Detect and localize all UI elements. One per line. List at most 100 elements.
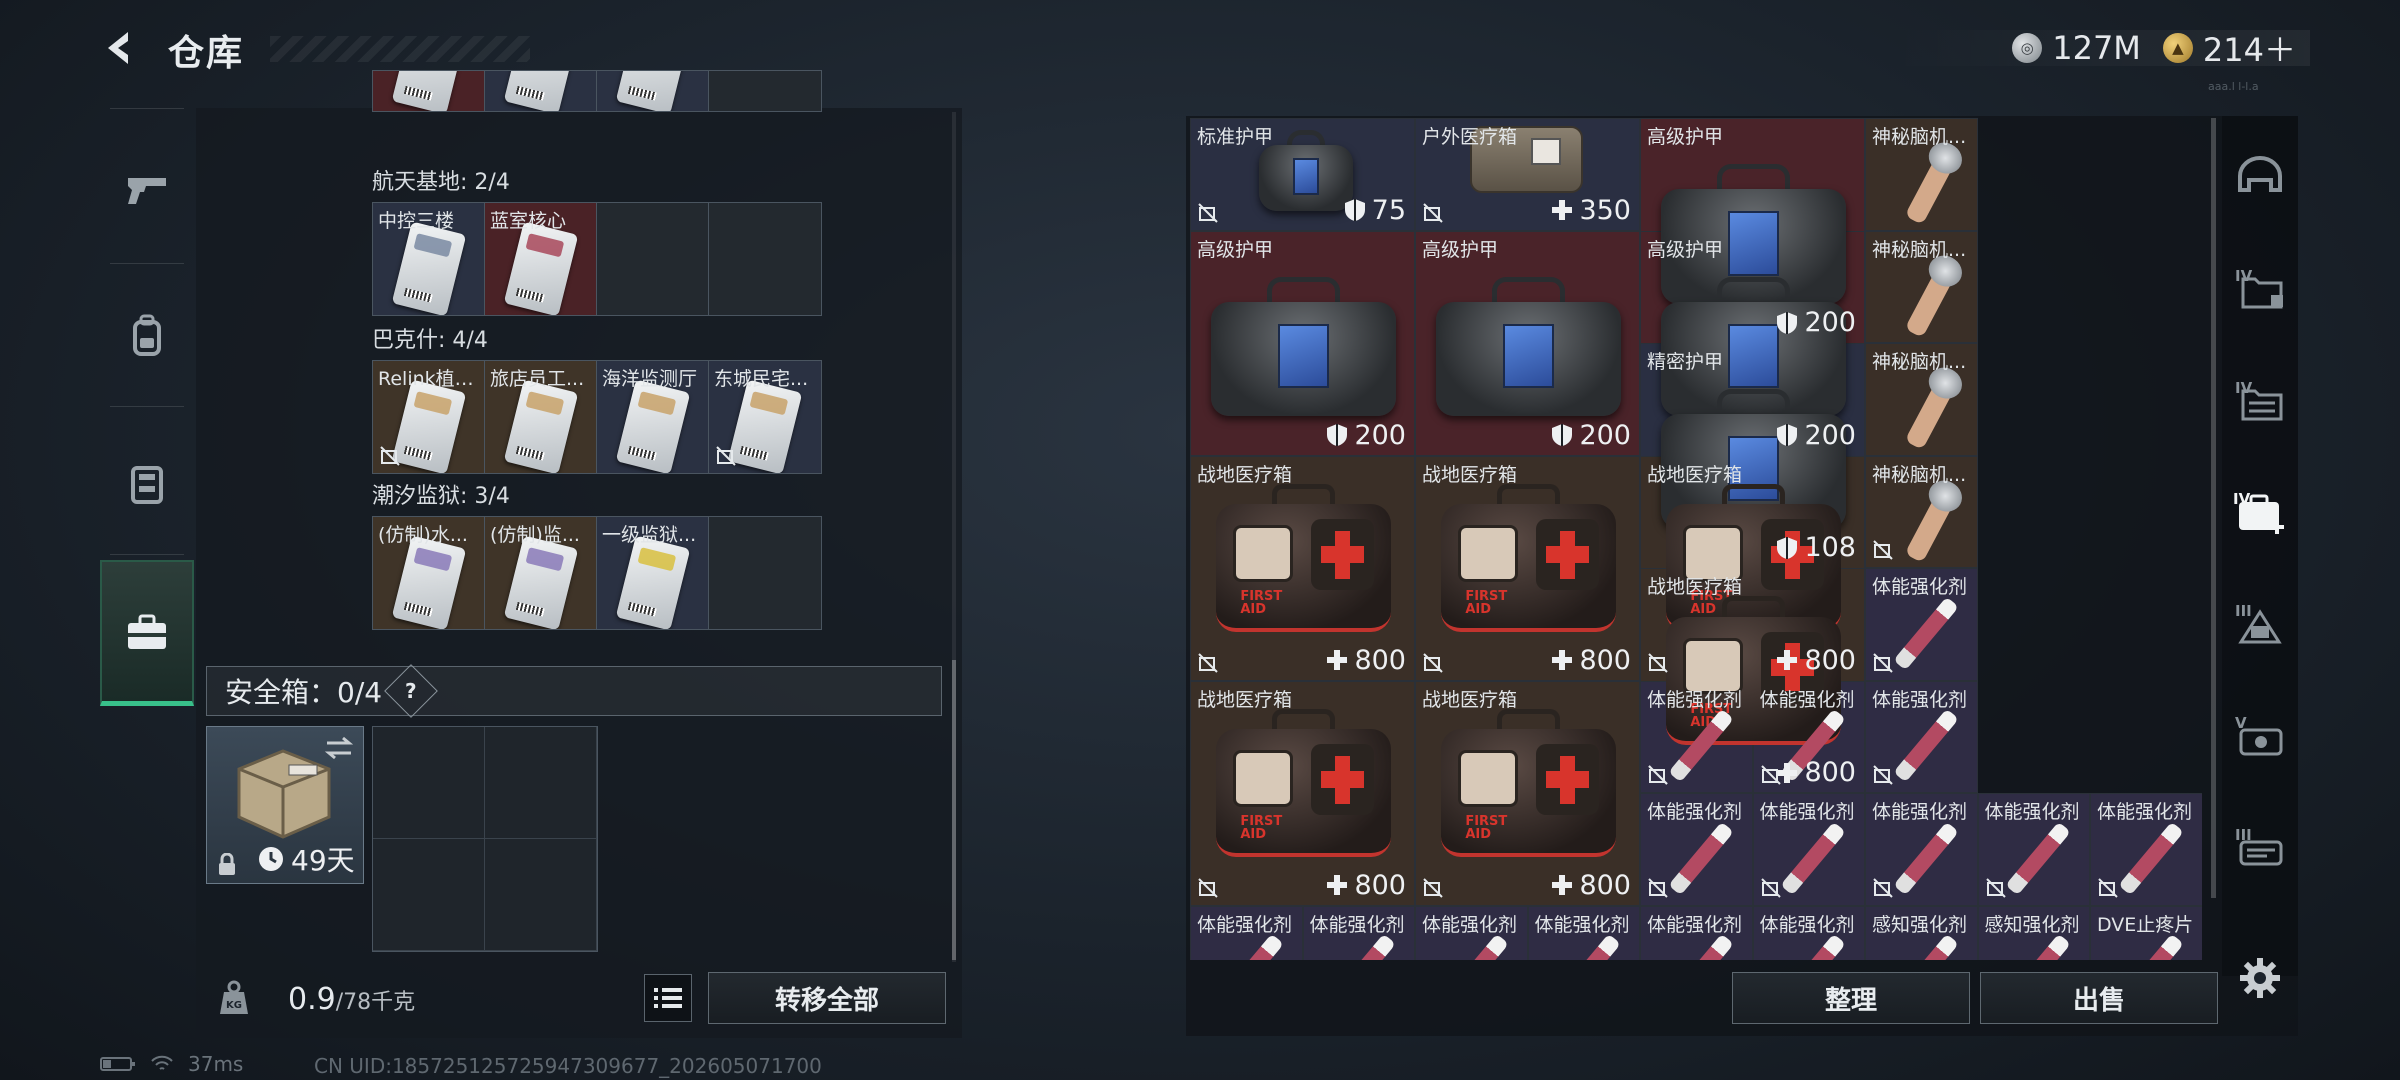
medkit-icon: FIRST AID [1215,483,1392,632]
safe-slot[interactable] [373,839,485,951]
inventory-item[interactable]: 高级护甲 200 [1415,230,1640,456]
currency-silver[interactable]: ◎ 127M [2012,29,2141,67]
injector-icon [2117,933,2184,960]
key-card-slot[interactable]: (仿制)水... [373,517,485,629]
key-card-name: 东城民宅... [714,368,809,390]
armor-iv-filter-2[interactable]: IV [2222,344,2298,456]
tier-v-filter[interactable]: V [2222,680,2298,792]
heal-plus-icon [1327,650,1348,670]
back-button[interactable] [98,26,142,70]
inventory-item[interactable]: 神秘脑机... [1865,230,1978,343]
inventory-item[interactable]: 户外医疗箱 350 [1415,118,1640,231]
inventory-item[interactable]: 体能强化剂 [1865,680,1978,793]
no-sell-icon [1198,202,1218,223]
currency-gold[interactable]: ▲ 214＋ [2162,25,2296,71]
armor-iv-filter[interactable]: IV [2222,232,2298,344]
tier-iii-filter-2[interactable]: III [2222,792,2298,904]
safe-slot[interactable] [485,727,597,839]
key-card-name: 蓝室核心 [490,210,567,232]
key-card-slot[interactable]: Relink植入... [373,361,485,473]
key-card-slot[interactable]: 蓝室核心 [485,203,597,315]
item-name: DVE止疼片 [2097,913,2194,936]
settings-button[interactable] [2234,952,2286,1004]
inventory-item[interactable]: 感知强化剂 [1865,905,1978,960]
help-button[interactable]: ? [384,664,438,718]
inventory-item[interactable]: 体能强化剂 [1752,905,1865,960]
key-card-slot[interactable] [373,71,485,111]
case-tab[interactable] [100,560,194,706]
left-scroll-thumb[interactable] [952,660,956,960]
swap-icon[interactable] [323,735,355,761]
item-name: 体能强化剂 [1759,801,1855,823]
item-name: 体能强化剂 [2097,801,2193,823]
inventory-item[interactable]: 体能强化剂 [2090,793,2202,906]
inventory-item[interactable]: 神秘脑机... [1865,118,1978,231]
list-view-button[interactable] [644,974,692,1022]
item-name: 标准护甲 [1197,126,1274,148]
key-card-slot[interactable] [597,71,709,111]
armor-shield-icon [1344,199,1365,221]
no-sell-icon [1198,652,1218,673]
empty-slot[interactable] [709,517,821,629]
vest-tab[interactable] [100,414,194,554]
transfer-all-button[interactable]: 转移全部 [708,972,946,1024]
inventory-item[interactable]: 体能强化剂 [1190,905,1303,960]
medkit-iv-filter[interactable]: IV [2222,456,2298,568]
safe-box-grid[interactable] [372,726,598,952]
inventory-item[interactable]: 体能强化剂 [1865,793,1978,906]
armor-vest-icon [1436,276,1621,416]
item-name: 体能强化剂 [1759,688,1855,711]
safe-slot[interactable] [485,839,597,951]
inventory-item[interactable]: FIRST AID 战地医疗箱 800 [1415,455,1640,681]
key-card-slot[interactable]: 中控三楼 [373,203,485,315]
safe-slot[interactable] [373,727,485,839]
sort-button[interactable]: 整理 [1732,972,1970,1024]
injector-icon [1555,933,1622,960]
key-card-slot[interactable]: 东城民宅... [709,361,821,473]
brain-chip-icon [1904,145,1960,225]
inventory-item[interactable]: FIRST AID 战地医疗箱 800 [1415,680,1640,906]
inventory-item[interactable]: 体能强化剂 [1302,905,1415,960]
item-name: 体能强化剂 [1647,688,1743,711]
injector-icon [1892,933,1959,960]
inventory-item[interactable]: FIRST AID 战地医疗箱 800 [1190,680,1415,906]
injector-icon [2117,821,2184,896]
key-card-slot[interactable]: 海洋监测厅 [597,361,709,473]
tier-iii-filter[interactable]: III [2222,568,2298,680]
safe-box-item[interactable]: 49天 [206,726,364,884]
inventory-item[interactable]: 标准护甲 75 [1190,118,1415,231]
empty-slot[interactable] [597,203,709,315]
inventory-item[interactable]: 体能强化剂 [1415,905,1528,960]
key-card-name: 一级监狱... [602,524,697,546]
helmet-filter[interactable] [2222,120,2298,232]
heal-plus-icon [1777,650,1798,670]
inventory-item[interactable]: 体能强化剂 [1977,793,2090,906]
empty-slot[interactable] [709,203,821,315]
right-scrollbar[interactable] [2211,118,2216,898]
inventory-item[interactable]: 神秘脑机... [1865,343,1978,456]
inventory-item[interactable]: 体能强化剂 [1865,568,1978,681]
inventory-item[interactable]: 感知强化剂 [1977,905,2090,960]
inventory-item[interactable]: 神秘脑机... [1865,455,1978,568]
inventory-item[interactable]: FIRST AID 战地医疗箱 800 [1190,455,1415,681]
inventory-item[interactable]: 体能强化剂 [1527,905,1640,960]
key-card-slot[interactable] [485,71,597,111]
safe-box-duration: 49天 [257,839,355,879]
inventory-item[interactable]: 体能强化剂 [1640,905,1753,960]
inventory-item[interactable]: DVE止疼片 [2090,905,2202,960]
empty-slot[interactable] [709,71,821,111]
inventory-item[interactable]: 体能强化剂 [1640,793,1753,906]
weapon-tab[interactable] [100,118,194,258]
heal-plus-icon [1552,650,1573,670]
injector-icon [1892,821,1959,896]
key-card-icon [503,71,579,111]
sell-button[interactable]: 出售 [1980,972,2218,1024]
key-card-slot[interactable]: (仿制)监... [485,517,597,629]
inventory-item[interactable]: 体能强化剂 [1752,793,1865,906]
brain-chip-icon [1904,258,1960,338]
key-card-slot[interactable]: 一级监狱... [597,517,709,629]
key-card-icon [503,221,579,315]
inventory-item[interactable]: 高级护甲 200 [1190,230,1415,456]
backpack-tab[interactable] [100,266,194,406]
key-card-slot[interactable]: 旅店员工... [485,361,597,473]
